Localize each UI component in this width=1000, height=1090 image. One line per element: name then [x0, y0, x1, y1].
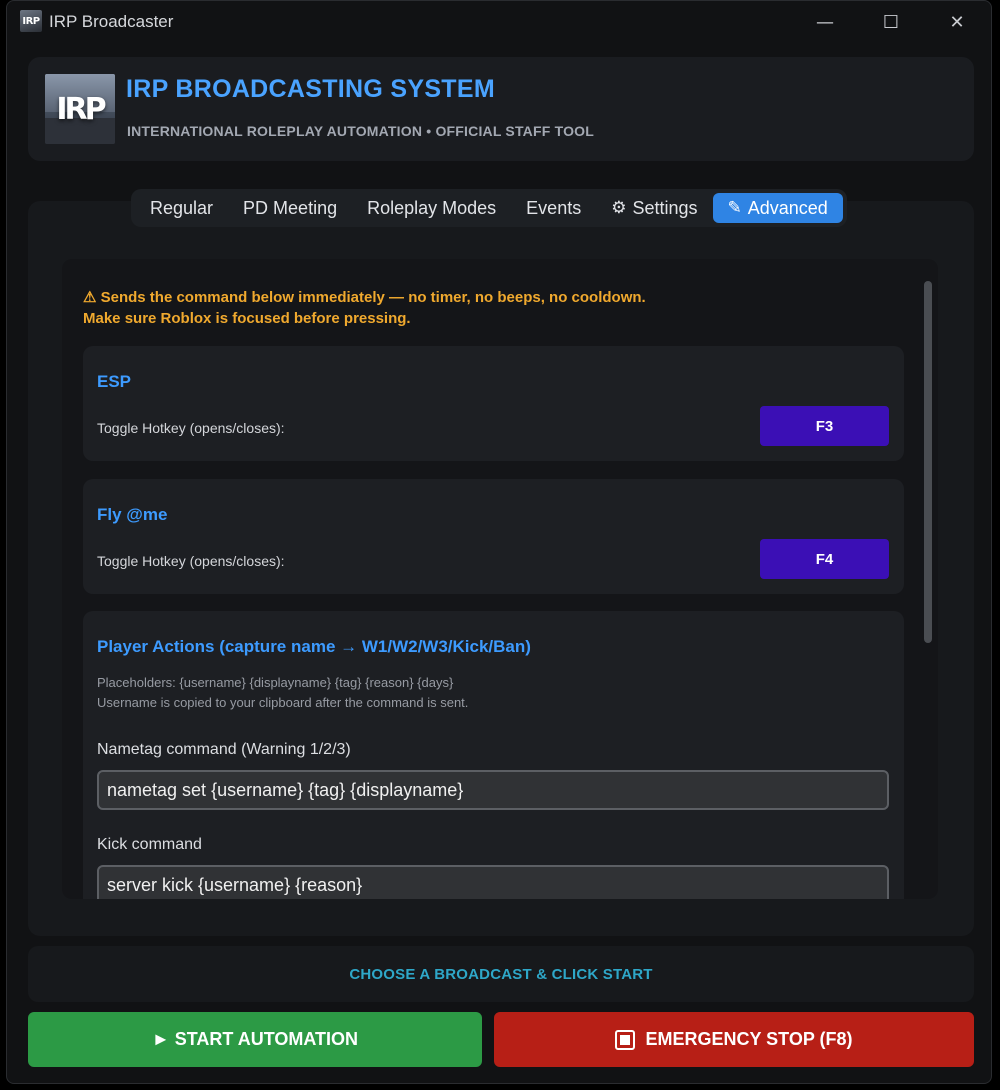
window-title: IRP Broadcaster [49, 12, 174, 31]
page-subtitle: INTERNATIONAL ROLEPLAY AUTOMATION • OFFI… [127, 123, 595, 139]
fly-card: Fly @me Toggle Hotkey (opens/closes): F4 [83, 479, 904, 594]
advanced-content[interactable]: ⚠ Sends the command below immediately — … [62, 259, 938, 899]
app-window: IRP IRP Broadcaster — ☐ ✕ IRP IRP BROADC… [6, 0, 992, 1084]
player-actions-card: Player Actions (capture name → W1/W2/W3/… [83, 611, 904, 899]
pencil-icon: ✎ [727, 198, 742, 217]
player-actions-title: Player Actions (capture name → W1/W2/W3/… [97, 637, 531, 656]
status-bar: CHOOSE A BROADCAST & CLICK START [28, 946, 974, 1002]
minimize-icon[interactable]: — [805, 7, 845, 37]
fly-hotkey-button[interactable]: F4 [760, 539, 889, 579]
warning-text: ⚠ Sends the command below immediately — … [83, 289, 646, 327]
esp-title: ESP [97, 372, 132, 391]
main-panel: Regular PD Meeting Roleplay Modes Events… [28, 189, 974, 936]
emergency-stop-button[interactable]: EMERGENCY STOP (F8) [494, 1012, 974, 1067]
nametag-command-input[interactable]: nametag set {username} {tag} {displaynam… [97, 770, 889, 810]
tab-advanced[interactable]: ✎ Advanced [712, 193, 843, 223]
maximize-icon[interactable]: ☐ [871, 7, 911, 37]
title-bar[interactable]: IRP IRP Broadcaster — ☐ ✕ [7, 1, 991, 43]
tab-settings[interactable]: ⚙ Settings [596, 193, 712, 223]
page-title: IRP BROADCASTING SYSTEM [126, 75, 495, 103]
esp-hotkey-label: Toggle Hotkey (opens/closes): [97, 420, 285, 436]
kick-command-input[interactable]: server kick {username} {reason} [97, 865, 889, 899]
gear-icon: ⚙ [611, 198, 627, 217]
start-automation-button[interactable]: ► START AUTOMATION [28, 1012, 482, 1067]
esp-hotkey-button[interactable]: F3 [760, 406, 889, 446]
nametag-label: Nametag command (Warning 1/2/3) [97, 741, 351, 758]
close-icon[interactable]: ✕ [937, 7, 977, 37]
header-card: IRP IRP BROADCASTING SYSTEM INTERNATIONA… [28, 57, 974, 161]
irp-logo: IRP [45, 74, 115, 144]
esp-card: ESP Toggle Hotkey (opens/closes): F3 [83, 346, 904, 461]
stop-icon [615, 1029, 636, 1050]
fly-hotkey-label: Toggle Hotkey (opens/closes): [97, 553, 285, 569]
scrollbar[interactable] [924, 281, 932, 643]
placeholders-note: Placeholders: {username} {displayname} {… [97, 675, 469, 710]
tab-roleplay-modes[interactable]: Roleplay Modes [352, 193, 511, 223]
kick-label: Kick command [97, 836, 202, 853]
tab-regular[interactable]: Regular [135, 193, 228, 223]
tab-pd-meeting[interactable]: PD Meeting [228, 193, 352, 223]
fly-title: Fly @me [97, 505, 168, 524]
tab-events[interactable]: Events [511, 193, 596, 223]
app-icon: IRP [20, 10, 42, 32]
tab-bar: Regular PD Meeting Roleplay Modes Events… [131, 189, 847, 227]
